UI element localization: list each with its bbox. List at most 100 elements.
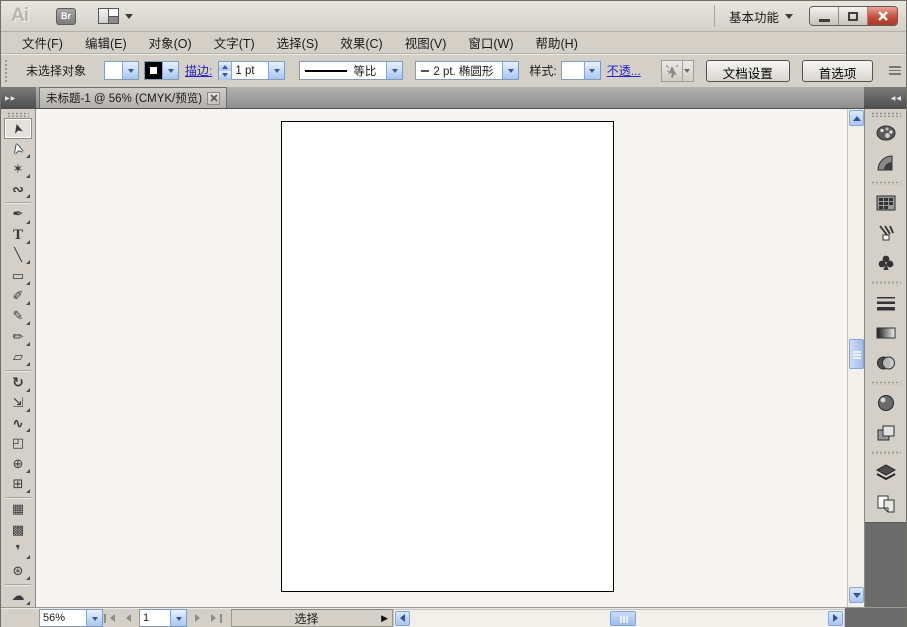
- previous-artboard-button[interactable]: [120, 610, 137, 626]
- document-setup-button[interactable]: 文档设置: [706, 60, 790, 82]
- perspective-grid-tool[interactable]: ⊞: [5, 475, 31, 494]
- rotate-tool[interactable]: ↻: [5, 373, 31, 392]
- mesh-tool[interactable]: ▦: [5, 500, 31, 519]
- vertical-scrollbar[interactable]: [847, 109, 864, 607]
- control-panel-menu-icon[interactable]: [889, 66, 901, 75]
- scroll-right-button[interactable]: [828, 611, 843, 626]
- canvas[interactable]: [36, 109, 847, 607]
- vertical-scroll-thumb[interactable]: [849, 339, 864, 369]
- blob-brush-tool[interactable]: ✏: [5, 327, 31, 346]
- stroke-weight-value[interactable]: 1 pt: [232, 62, 268, 79]
- preferences-button[interactable]: 首选项: [802, 60, 874, 82]
- symbols-panel-button[interactable]: [870, 250, 902, 276]
- fill-color-dropdown[interactable]: [104, 61, 139, 80]
- stroke-dropdown-arrow-icon[interactable]: [162, 62, 178, 79]
- width-profile-arrow-icon[interactable]: [386, 62, 402, 79]
- fill-dropdown-arrow-icon[interactable]: [122, 62, 138, 79]
- brush-arrow-icon[interactable]: [502, 62, 518, 79]
- symbol-sprayer-tool[interactable]: ☁: [5, 587, 31, 606]
- direct-selection-tool[interactable]: ➤: [5, 139, 31, 158]
- artboard-number-value[interactable]: 1: [140, 610, 170, 626]
- stroke-panel-link[interactable]: 描边:: [185, 62, 212, 79]
- dock-grip[interactable]: [871, 112, 901, 117]
- artboards-panel-button[interactable]: [870, 490, 902, 516]
- eyedropper-tool[interactable]: ❜: [5, 541, 31, 560]
- workspace-switcher[interactable]: 基本功能: [729, 7, 793, 26]
- magic-wand-tool[interactable]: ✶: [5, 160, 31, 179]
- select-similar-button[interactable]: [661, 60, 694, 82]
- zoom-level-dropdown[interactable]: 56%: [39, 609, 103, 627]
- type-tool[interactable]: T: [5, 226, 31, 245]
- tab-close-button[interactable]: [207, 92, 220, 105]
- width-tool[interactable]: ∿: [5, 414, 31, 433]
- scroll-down-button[interactable]: [849, 587, 864, 603]
- menu-file[interactable]: 文件(F): [11, 31, 74, 54]
- stroke-color-dropdown[interactable]: [144, 61, 179, 80]
- control-bar-grip[interactable]: [4, 59, 8, 83]
- stroke-weight-dropdown-icon[interactable]: [268, 62, 284, 79]
- line-segment-tool[interactable]: ╲: [5, 246, 31, 265]
- color-panel-button[interactable]: [870, 120, 902, 146]
- layers-panel-button[interactable]: [870, 460, 902, 486]
- menu-edit[interactable]: 编辑(E): [74, 31, 138, 54]
- restore-button[interactable]: [839, 7, 868, 25]
- tools-panel-grip[interactable]: [7, 112, 29, 117]
- zoom-dropdown-arrow-icon[interactable]: [86, 610, 102, 626]
- lasso-tool[interactable]: ∾: [5, 180, 31, 199]
- last-artboard-button[interactable]: [206, 610, 223, 626]
- selection-tool[interactable]: ➤: [5, 119, 31, 138]
- next-artboard-button[interactable]: [189, 610, 206, 626]
- horizontal-scroll-thumb[interactable]: [610, 611, 636, 626]
- stepper-down-icon[interactable]: [219, 71, 231, 80]
- stroke-panel-button[interactable]: [870, 290, 902, 316]
- menu-effect[interactable]: 效果(C): [329, 31, 393, 54]
- close-button[interactable]: [868, 7, 897, 25]
- menu-view[interactable]: 视图(V): [394, 31, 458, 54]
- width-profile-dropdown[interactable]: 等比: [299, 61, 403, 80]
- menu-select[interactable]: 选择(S): [266, 31, 330, 54]
- stroke-weight-combo[interactable]: 1 pt: [218, 61, 285, 80]
- bridge-button[interactable]: Br: [56, 8, 76, 25]
- opacity-link[interactable]: 不透...: [607, 62, 641, 79]
- pencil-tool[interactable]: ✎: [5, 307, 31, 326]
- horizontal-scrollbar[interactable]: [393, 609, 845, 627]
- shape-builder-tool[interactable]: ⊕: [5, 455, 31, 474]
- pen-tool[interactable]: ✒: [5, 205, 31, 224]
- stepper-up-icon[interactable]: [219, 62, 231, 71]
- status-menu-arrow-icon[interactable]: ▶: [381, 613, 388, 624]
- first-artboard-button[interactable]: [103, 610, 120, 626]
- stroke-weight-stepper[interactable]: [219, 62, 232, 79]
- menu-object[interactable]: 对象(O): [138, 31, 203, 54]
- status-display[interactable]: 选择 ▶: [231, 609, 393, 627]
- menu-help[interactable]: 帮助(H): [525, 31, 589, 54]
- style-arrow-icon[interactable]: [584, 62, 600, 79]
- transparency-panel-button[interactable]: [870, 350, 902, 376]
- document-tab[interactable]: 未标题-1 @ 56% (CMYK/预览): [39, 87, 227, 108]
- brush-dropdown[interactable]: 2 pt. 椭圆形: [415, 61, 519, 80]
- graphic-styles-panel-button[interactable]: [870, 420, 902, 446]
- dock-collapse-header[interactable]: ◀◀: [864, 87, 906, 109]
- eraser-tool[interactable]: ▱: [5, 348, 31, 367]
- free-transform-tool[interactable]: ◰: [5, 434, 31, 453]
- artboard-dropdown-arrow-icon[interactable]: [170, 610, 186, 626]
- arrange-caret-icon[interactable]: [125, 14, 133, 23]
- color-guide-panel-button[interactable]: [870, 150, 902, 176]
- minimize-button[interactable]: [810, 7, 839, 25]
- zoom-level-value[interactable]: 56%: [40, 610, 86, 626]
- gradient-tool[interactable]: ▩: [5, 521, 31, 540]
- tools-collapse-header[interactable]: ▶▶: [1, 87, 36, 109]
- appearance-panel-button[interactable]: [870, 390, 902, 416]
- blend-tool[interactable]: ⊛: [5, 561, 31, 580]
- swatches-panel-button[interactable]: [870, 190, 902, 216]
- scale-tool[interactable]: ⇲: [5, 394, 31, 413]
- brushes-panel-button[interactable]: [870, 220, 902, 246]
- style-dropdown[interactable]: [561, 61, 601, 80]
- select-similar-dropdown-icon[interactable]: [682, 61, 691, 81]
- artboard-number-dropdown[interactable]: 1: [139, 609, 187, 627]
- arrange-documents-icon[interactable]: [98, 8, 119, 24]
- scroll-left-button[interactable]: [395, 611, 410, 626]
- paintbrush-tool[interactable]: ✐: [5, 287, 31, 306]
- menu-type[interactable]: 文字(T): [203, 31, 266, 54]
- scroll-up-button[interactable]: [849, 110, 864, 126]
- gradient-panel-button[interactable]: [870, 320, 902, 346]
